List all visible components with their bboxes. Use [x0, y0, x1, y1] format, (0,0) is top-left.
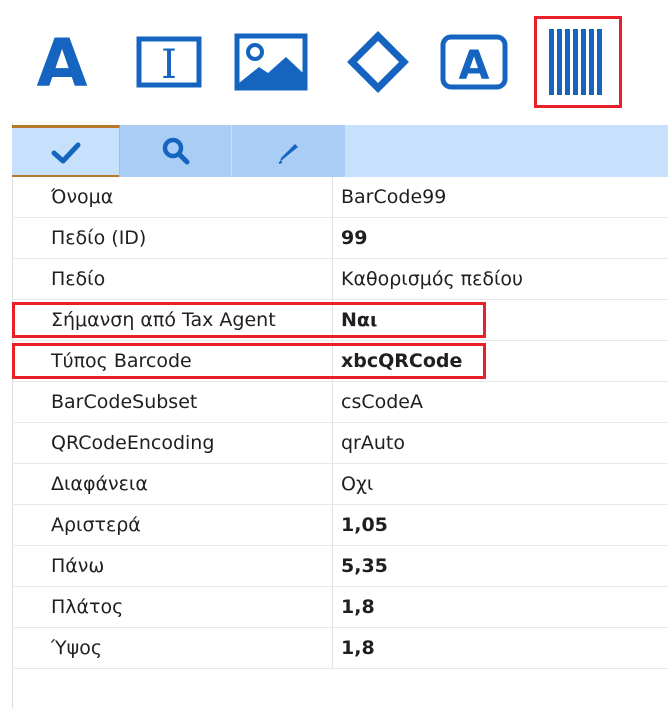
barcode-icon — [549, 29, 602, 95]
pencil-icon — [278, 144, 298, 164]
barcode-tool-button[interactable] — [534, 16, 622, 108]
checkmark-icon — [51, 142, 80, 163]
property-row[interactable]: BarCodeSubset csCodeA — [12, 382, 668, 423]
property-value[interactable]: 5,35 — [341, 546, 388, 586]
tab-edit[interactable] — [232, 125, 346, 177]
search-icon — [162, 137, 189, 165]
property-value[interactable]: csCodeA — [341, 382, 423, 422]
property-row[interactable]: Σήμανση από Tax Agent Ναι — [12, 300, 668, 341]
svg-text:A: A — [459, 43, 490, 89]
property-name: Αριστερά — [51, 505, 333, 545]
property-name: Πάνω — [51, 546, 333, 586]
property-name: Πεδίο — [51, 259, 333, 299]
textbox-tool-button[interactable]: I — [128, 16, 210, 108]
property-name: Ύψος — [51, 628, 333, 668]
property-name: Σήμανση από Tax Agent — [51, 300, 333, 340]
property-row[interactable]: Διαφάνεια Οχι — [12, 464, 668, 505]
property-value[interactable]: qrAuto — [341, 423, 405, 463]
textbox-icon: I — [136, 36, 202, 88]
property-row[interactable]: Πλάτος 1,8 — [12, 587, 668, 628]
image-tool-button[interactable] — [226, 16, 316, 108]
property-row[interactable]: Ύψος 1,8 — [12, 628, 668, 669]
label-frame-icon: A — [440, 34, 508, 90]
property-value[interactable]: 1,8 — [341, 587, 375, 627]
property-value[interactable]: Καθορισμός πεδίου — [341, 259, 523, 299]
property-row[interactable]: Όνομα BarCode99 — [12, 177, 668, 218]
property-row[interactable]: Τύπος Barcode xbcQRCode — [12, 341, 668, 382]
property-tabs — [12, 125, 668, 177]
property-name: BarCodeSubset — [51, 382, 333, 422]
property-row[interactable]: QRCodeEncoding qrAuto — [12, 423, 668, 464]
text-icon: A — [36, 30, 87, 94]
property-name: Όνομα — [51, 177, 333, 217]
label-frame-tool-button[interactable]: A — [432, 16, 516, 108]
svg-text:A: A — [36, 30, 87, 94]
text-tool-button[interactable]: A — [26, 16, 98, 108]
tab-search[interactable] — [120, 125, 232, 177]
property-name: Τύπος Barcode — [51, 341, 333, 381]
property-name: Διαφάνεια — [51, 464, 333, 504]
property-value[interactable]: 99 — [341, 218, 367, 258]
property-value[interactable]: xbcQRCode — [341, 341, 462, 381]
property-value[interactable]: Οχι — [341, 464, 373, 504]
image-icon — [234, 33, 308, 91]
property-value[interactable]: BarCode99 — [341, 177, 446, 217]
property-value[interactable]: 1,8 — [341, 628, 375, 668]
tab-properties[interactable] — [12, 125, 120, 177]
property-name: QRCodeEncoding — [51, 423, 333, 463]
property-value[interactable]: 1,05 — [341, 505, 388, 545]
property-row[interactable]: Αριστερά 1,05 — [12, 505, 668, 546]
property-name: Πεδίο (ID) — [51, 218, 333, 258]
property-value[interactable]: Ναι — [341, 300, 377, 340]
property-name: Πλάτος — [51, 587, 333, 627]
property-row[interactable]: Πεδίο (ID) 99 — [12, 218, 668, 259]
property-row[interactable]: Πεδίο Καθορισμός πεδίου — [12, 259, 668, 300]
component-toolbar: A I A — [0, 0, 668, 122]
shape-tool-button[interactable] — [336, 16, 420, 108]
shape-diamond-icon — [347, 31, 409, 93]
svg-text:I: I — [161, 42, 177, 88]
property-row[interactable]: Πάνω 5,35 — [12, 546, 668, 587]
property-grid: Όνομα BarCode99 Πεδίο (ID) 99 Πεδίο Καθορισμό… — [12, 177, 668, 669]
